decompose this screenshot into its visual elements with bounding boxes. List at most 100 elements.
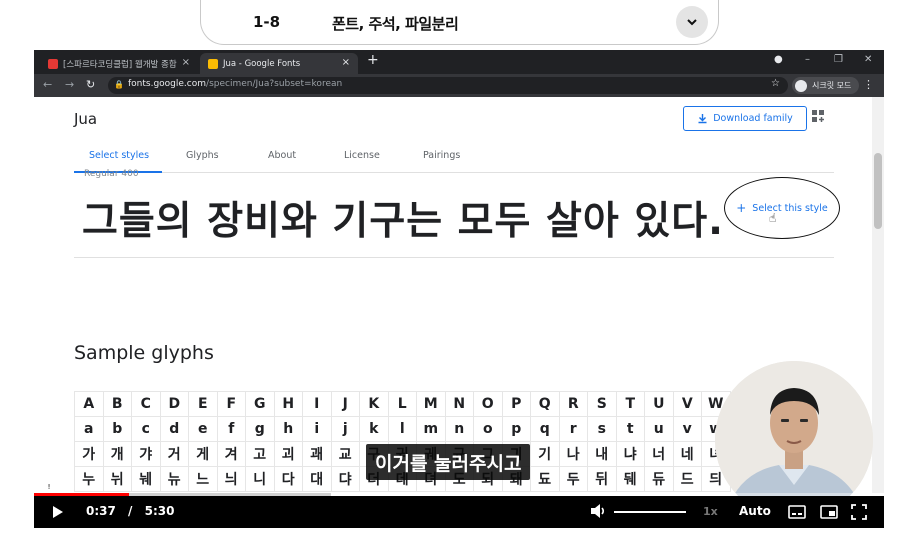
glyph-cell[interactable]: 듀 <box>644 466 674 492</box>
glyph-cell[interactable]: a <box>74 416 104 442</box>
glyph-cell[interactable]: 냐 <box>615 441 645 467</box>
glyph-cell[interactable]: 느 <box>188 466 218 492</box>
glyph-cell[interactable]: s <box>587 416 617 442</box>
glyph-cell[interactable]: D <box>159 391 189 417</box>
glyph-cell[interactable]: L <box>387 391 417 417</box>
glyph-cell[interactable]: 너 <box>644 441 674 467</box>
glyph-cell[interactable]: l <box>387 416 417 442</box>
glyph-cell[interactable]: 나 <box>558 441 588 467</box>
glyph-cell[interactable]: d <box>159 416 189 442</box>
glyph-cell[interactable]: 다 <box>273 466 303 492</box>
tab-pairings[interactable]: Pairings <box>423 150 460 161</box>
glyph-cell[interactable]: 됴 <box>530 466 560 492</box>
glyph-cell[interactable]: r <box>558 416 588 442</box>
glyph-cell[interactable]: 니 <box>245 466 275 492</box>
glyph-cell[interactable]: U <box>644 391 674 417</box>
glyph-cell[interactable]: 뉴 <box>159 466 189 492</box>
glyph-cell[interactable]: g <box>245 416 275 442</box>
tab-glyphs[interactable]: Glyphs <box>186 150 219 161</box>
glyph-cell[interactable]: 개 <box>102 441 132 467</box>
video-player[interactable]: [스파르타코딩클럽] 웹개발 종합 × Jua - Google Fonts ×… <box>34 50 884 528</box>
glyph-cell[interactable]: v <box>672 416 702 442</box>
glyph-cell[interactable]: t <box>615 416 645 442</box>
glyph-cell[interactable]: I <box>302 391 332 417</box>
select-this-style-button[interactable]: + Select this style <box>724 177 840 239</box>
glyph-cell[interactable]: b <box>102 416 132 442</box>
glyph-cell[interactable]: 누 <box>74 466 104 492</box>
glyph-cell[interactable]: 거 <box>159 441 189 467</box>
glyph-cell[interactable]: T <box>615 391 645 417</box>
glyph-cell[interactable]: G <box>245 391 275 417</box>
tab-search-icon[interactable]: ● <box>774 54 783 65</box>
glyph-cell[interactable]: 갸 <box>131 441 161 467</box>
glyph-cell[interactable]: i <box>302 416 332 442</box>
glyph-cell[interactable]: E <box>188 391 218 417</box>
glyph-cell[interactable]: 내 <box>587 441 617 467</box>
glyph-cell[interactable]: 네 <box>672 441 702 467</box>
glyph-cell[interactable]: N <box>444 391 474 417</box>
glyph-cell[interactable]: 늬 <box>216 466 246 492</box>
glyph-cell[interactable]: 드 <box>672 466 702 492</box>
glyph-cell[interactable]: M <box>416 391 446 417</box>
glyph-cell[interactable]: j <box>330 416 360 442</box>
glyph-cell[interactable]: R <box>558 391 588 417</box>
close-icon[interactable]: × <box>342 57 350 68</box>
quality-selector[interactable]: Auto <box>739 504 771 518</box>
glyph-cell[interactable]: 눼 <box>131 466 161 492</box>
address-bar[interactable]: 🔒 fonts.google.com/specimen/Jua?subset=k… <box>108 77 788 94</box>
glyph-cell[interactable]: 게 <box>188 441 218 467</box>
reload-icon[interactable]: ↻ <box>86 78 95 91</box>
glyph-cell[interactable]: B <box>102 391 132 417</box>
glyph-cell[interactable]: 뉘 <box>102 466 132 492</box>
volume-slider[interactable] <box>614 511 686 513</box>
glyph-cell[interactable]: 기 <box>530 441 560 467</box>
playback-speed[interactable]: 1x <box>703 505 718 518</box>
glyph-cell[interactable]: J <box>330 391 360 417</box>
fullscreen-icon[interactable] <box>851 504 867 520</box>
tab-about[interactable]: About <box>268 150 296 161</box>
glyph-cell[interactable]: p <box>501 416 531 442</box>
glyph-cell[interactable]: Q <box>530 391 560 417</box>
glyph-cell[interactable]: 뒈 <box>615 466 645 492</box>
glyph-cell[interactable]: O <box>473 391 503 417</box>
glyph-cell[interactable]: 댜 <box>330 466 360 492</box>
glyph-cell[interactable]: F <box>216 391 246 417</box>
play-icon[interactable] <box>52 505 64 519</box>
glyph-cell[interactable]: q <box>530 416 560 442</box>
glyph-cell[interactable]: 겨 <box>216 441 246 467</box>
subtitles-icon[interactable] <box>788 504 806 520</box>
glyph-cell[interactable]: n <box>444 416 474 442</box>
chevron-down-icon[interactable] <box>676 6 708 38</box>
new-tab-icon[interactable]: + <box>367 52 379 68</box>
selected-families-icon[interactable] <box>812 110 826 124</box>
browser-tab-google-fonts[interactable]: Jua - Google Fonts × <box>200 53 358 74</box>
glyph-cell[interactable]: 뒤 <box>587 466 617 492</box>
close-icon[interactable]: × <box>182 57 190 68</box>
glyph-cell[interactable]: H <box>273 391 303 417</box>
glyph-cell[interactable]: 교 <box>330 441 360 467</box>
glyph-cell[interactable]: 괘 <box>302 441 332 467</box>
miniplayer-icon[interactable] <box>820 504 838 520</box>
bookmark-star-icon[interactable]: ☆ <box>771 78 780 89</box>
glyph-cell[interactable]: 고 <box>245 441 275 467</box>
glyph-cell[interactable]: 괴 <box>273 441 303 467</box>
restore-icon[interactable]: ❐ <box>834 54 843 65</box>
glyph-cell[interactable]: h <box>273 416 303 442</box>
tab-license[interactable]: License <box>344 150 380 161</box>
minimize-icon[interactable]: – <box>805 54 810 65</box>
glyph-cell[interactable]: o <box>473 416 503 442</box>
download-family-button[interactable]: Download family <box>683 106 807 131</box>
glyph-cell[interactable]: K <box>359 391 389 417</box>
glyph-cell[interactable]: e <box>188 416 218 442</box>
scrollbar-thumb[interactable] <box>874 153 882 229</box>
browser-tab-sparta[interactable]: [스파르타코딩클럽] 웹개발 종합 × <box>40 53 198 74</box>
glyph-cell[interactable]: 가 <box>74 441 104 467</box>
glyph-cell[interactable]: P <box>501 391 531 417</box>
glyph-cell[interactable]: S <box>587 391 617 417</box>
window-close-icon[interactable]: ✕ <box>864 54 872 65</box>
more-menu-icon[interactable]: ⋮ <box>863 78 874 91</box>
glyph-cell[interactable]: f <box>216 416 246 442</box>
glyph-cell[interactable]: m <box>416 416 446 442</box>
glyph-cell[interactable]: V <box>672 391 702 417</box>
back-icon[interactable]: ← <box>43 78 52 91</box>
